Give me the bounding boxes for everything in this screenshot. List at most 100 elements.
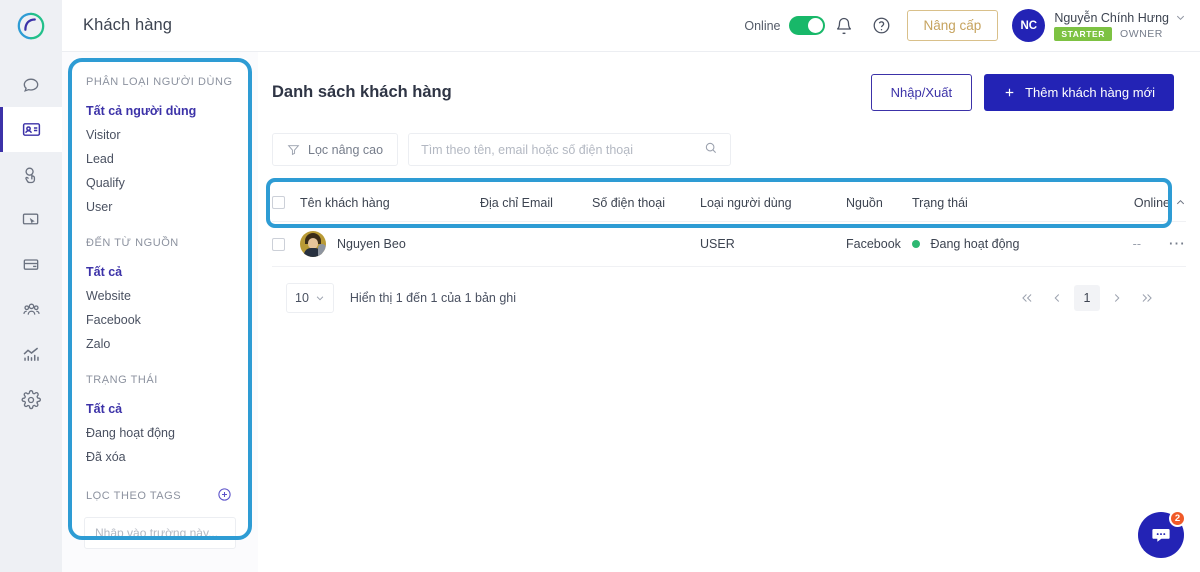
import-export-button[interactable]: Nhập/Xuất bbox=[870, 74, 973, 111]
rail-item-reports[interactable] bbox=[0, 332, 62, 377]
filter-item-user[interactable]: User bbox=[72, 195, 248, 219]
column-header-status[interactable]: Trạng thái bbox=[912, 196, 1108, 210]
chevron-down-icon bbox=[1176, 15, 1185, 20]
plus-circle-icon[interactable] bbox=[217, 487, 232, 505]
first-page-button[interactable] bbox=[1014, 285, 1040, 311]
page-title: Khách hàng bbox=[83, 16, 173, 34]
filter-sidebar: PHÂN LOẠI NGƯỜI DÙNG Tất cả người dùng V… bbox=[72, 58, 248, 549]
row-menu-button[interactable]: ⋯ bbox=[1168, 235, 1186, 252]
cell-customer-name: Nguyen Beo bbox=[300, 231, 480, 257]
last-page-button[interactable] bbox=[1134, 285, 1160, 311]
filter-item-source-all[interactable]: Tất cả bbox=[72, 260, 248, 284]
filter-group-title-source: ĐẾN TỪ NGUỒN bbox=[86, 237, 179, 249]
column-header-online-label: Online bbox=[1133, 195, 1170, 210]
user-photo-avatar bbox=[300, 231, 326, 257]
double-chevron-left-icon bbox=[1022, 294, 1032, 302]
top-bar: Khách hàng Online Nâng cấp NC Nguyễn Chí… bbox=[0, 0, 1200, 52]
chevron-right-icon bbox=[1114, 294, 1120, 302]
column-header-name[interactable]: Tên khách hàng bbox=[300, 196, 480, 210]
double-chevron-right-icon bbox=[1142, 294, 1152, 302]
filter-item-status-active[interactable]: Đang hoạt động bbox=[72, 421, 248, 445]
table-pagination: 10 Hiển thị 1 đến 1 của 1 bản ghi 1 bbox=[272, 267, 1186, 313]
chevron-down-icon bbox=[316, 296, 324, 301]
question-circle-icon bbox=[873, 17, 890, 34]
column-header-usertype[interactable]: Loại người dùng bbox=[700, 196, 846, 210]
advanced-filter-button[interactable]: Lọc nâng cao bbox=[272, 133, 399, 166]
filter-spacer-2 bbox=[72, 356, 248, 374]
search-glyph bbox=[705, 142, 717, 154]
rail-item-customers[interactable] bbox=[0, 107, 62, 152]
user-avatar[interactable]: NC bbox=[1012, 9, 1046, 42]
hand-pointer-icon bbox=[25, 167, 36, 183]
next-page-button[interactable] bbox=[1104, 285, 1130, 311]
rail-item-content[interactable] bbox=[0, 242, 62, 287]
add-customer-label: Thêm khách hàng mới bbox=[1025, 85, 1155, 100]
plan-badge: STARTER bbox=[1054, 26, 1113, 41]
filter-group-title-status: TRẠNG THÁI bbox=[86, 374, 158, 386]
notifications-button[interactable] bbox=[825, 7, 863, 45]
rail-item-team[interactable] bbox=[0, 287, 62, 332]
filter-spacer-1 bbox=[72, 219, 248, 237]
filter-item-visitor[interactable]: Visitor bbox=[72, 123, 248, 147]
filter-item-all-users[interactable]: Tất cả người dùng bbox=[72, 99, 248, 123]
search-input[interactable]: Tìm theo tên, email hoặc số điện thoại bbox=[408, 133, 732, 166]
table-header-row: Tên khách hàng Địa chỉ Email Số điện tho… bbox=[272, 184, 1186, 222]
select-all-cell[interactable] bbox=[272, 196, 300, 209]
user-name: Nguyễn Chính Hưng bbox=[1054, 10, 1169, 25]
screen-cursor-icon bbox=[22, 213, 39, 224]
status-dot-icon bbox=[912, 240, 920, 248]
help-button[interactable] bbox=[863, 7, 901, 45]
plus-circle-glyph bbox=[218, 488, 231, 501]
chat-widget-button[interactable]: 2 bbox=[1138, 510, 1186, 558]
app-logo[interactable] bbox=[0, 0, 62, 52]
chat-unread-badge: 2 bbox=[1169, 510, 1186, 527]
status-badge: Đang hoạt động bbox=[930, 237, 1020, 251]
user-role: OWNER bbox=[1120, 27, 1163, 40]
filter-item-source-website[interactable]: Website bbox=[72, 284, 248, 308]
row-checkbox[interactable] bbox=[272, 237, 285, 251]
analytics-chart-icon bbox=[23, 347, 39, 361]
rail-item-automation[interactable] bbox=[0, 152, 62, 197]
select-all-checkbox[interactable] bbox=[272, 196, 285, 209]
chat-dots-icon bbox=[1152, 529, 1170, 542]
cell-usertype: USER bbox=[700, 237, 735, 251]
table-row[interactable]: Nguyen Beo USER Facebook Đang hoạt động … bbox=[272, 222, 1186, 267]
people-group-icon bbox=[22, 303, 40, 315]
filter-spacer-3 bbox=[72, 469, 248, 487]
rail-item-widgets[interactable] bbox=[0, 197, 62, 242]
online-status-label: Online bbox=[744, 18, 781, 33]
main-content: Danh sách khách hàng Nhập/Xuất Thêm khác… bbox=[258, 52, 1200, 572]
filter-tags-title: LỌC THEO TAGS bbox=[86, 490, 182, 502]
filter-item-qualify[interactable]: Qualify bbox=[72, 171, 248, 195]
column-header-online[interactable]: Online bbox=[1108, 196, 1186, 210]
filter-item-lead[interactable]: Lead bbox=[72, 147, 248, 171]
rail-item-conversations[interactable] bbox=[0, 62, 62, 107]
upgrade-button[interactable]: Nâng cấp bbox=[906, 10, 999, 41]
cell-online-actions: -- ⋯ bbox=[1108, 235, 1186, 252]
prev-page-button[interactable] bbox=[1044, 285, 1070, 311]
filter-item-source-zalo[interactable]: Zalo bbox=[72, 332, 248, 356]
row-select-cell[interactable] bbox=[272, 237, 300, 251]
rows-per-page-select[interactable]: 10 bbox=[286, 283, 334, 313]
online-toggle[interactable] bbox=[788, 16, 825, 35]
page-number-1[interactable]: 1 bbox=[1074, 285, 1100, 311]
filter-item-source-facebook[interactable]: Facebook bbox=[72, 308, 248, 332]
customer-name-text: Nguyen Beo bbox=[337, 237, 406, 251]
column-header-phone[interactable]: Số điện thoại bbox=[592, 196, 700, 210]
user-menu[interactable]: Nguyễn Chính Hưng STARTER OWNER bbox=[1054, 11, 1186, 41]
app-root: Khách hàng Online Nâng cấp NC Nguyễn Chí… bbox=[0, 0, 1200, 572]
filter-item-status-deleted[interactable]: Đã xóa bbox=[72, 445, 248, 469]
filter-item-status-all[interactable]: Tất cả bbox=[72, 397, 248, 421]
filter-tags-header: LỌC THEO TAGS bbox=[72, 487, 248, 505]
cell-source: Facebook bbox=[846, 237, 901, 251]
column-header-email[interactable]: Địa chỉ Email bbox=[480, 196, 592, 210]
pagination-controls: 1 bbox=[1014, 285, 1172, 311]
table-toolbar: Lọc nâng cao Tìm theo tên, email hoặc số… bbox=[258, 111, 1200, 166]
search-placeholder: Tìm theo tên, email hoặc số điện thoại bbox=[421, 142, 633, 157]
filter-tags-input[interactable]: Nhập vào trường này... bbox=[84, 517, 236, 549]
add-customer-button[interactable]: Thêm khách hàng mới bbox=[984, 74, 1174, 111]
column-header-source[interactable]: Nguồn bbox=[846, 196, 912, 210]
rail-item-settings[interactable] bbox=[0, 377, 62, 422]
sidebar-icon-rail bbox=[0, 52, 62, 572]
chat-bubble-icon bbox=[23, 77, 39, 92]
